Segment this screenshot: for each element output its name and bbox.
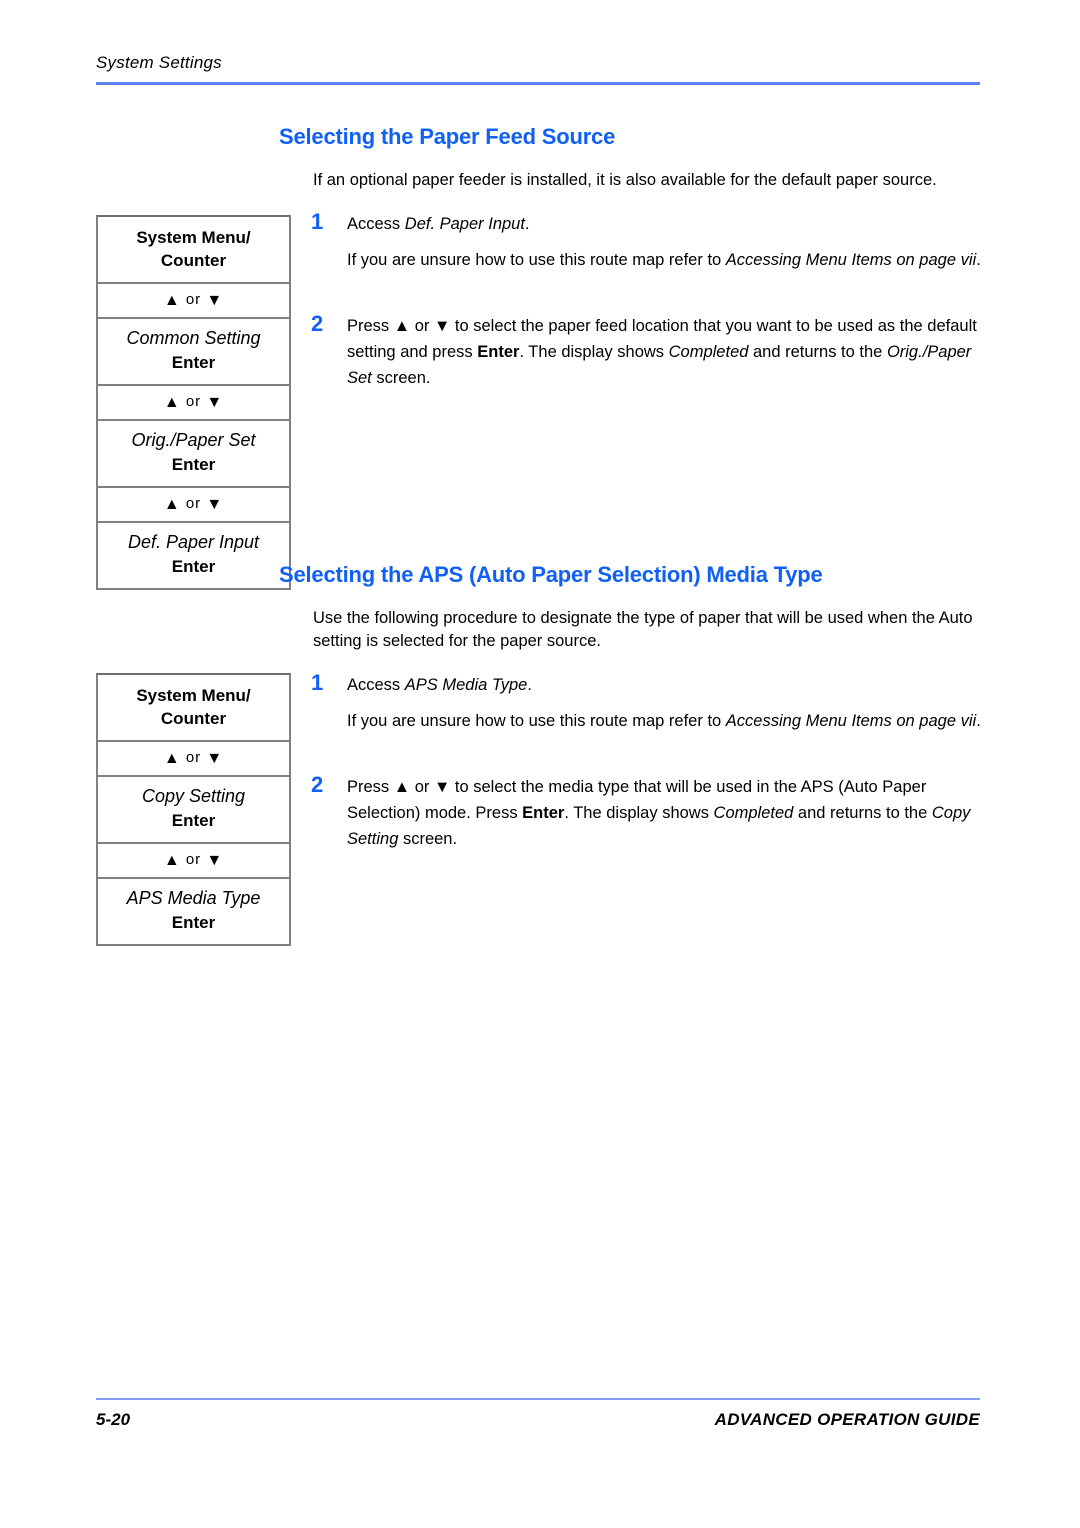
section-heading-paper-feed-source: Selecting the Paper Feed Source	[279, 124, 616, 149]
emphasis-text: Def. Paper Input	[404, 215, 525, 233]
emphasis-text: Accessing Menu Items on page vii	[725, 251, 977, 269]
down-triangle-icon: ▼	[433, 317, 451, 335]
running-head-text: System Settings	[96, 53, 222, 72]
document-page: System Settings Selecting the Paper Feed…	[0, 0, 1080, 1528]
route-map-menu-label: APS Media Type	[126, 888, 261, 908]
text-run: .	[976, 712, 981, 730]
emphasis-text: Completed	[713, 804, 794, 822]
down-triangle-icon: ▼	[206, 750, 224, 767]
route-map-menu-label: Copy Setting	[141, 786, 246, 806]
text-run: Access	[347, 676, 405, 694]
emphasis-text: APS Media Type	[404, 676, 528, 694]
up-triangle-icon: ▲	[163, 292, 181, 309]
conjunction-label: or	[180, 495, 207, 512]
text-run: or	[410, 317, 434, 335]
route-map-arrow-cell: ▲ or ▼	[98, 488, 289, 523]
page-footer: 5-20 ADVANCED OPERATION GUIDE	[96, 1398, 980, 1430]
route-map-key-cell: System Menu/ Counter	[98, 675, 289, 742]
conjunction-label: or	[180, 851, 207, 868]
route-map-arrow-cell: ▲ or ▼	[98, 284, 289, 319]
route-map-aps-media-type: System Menu/ Counter ▲ or ▼ Copy Setting En…	[96, 673, 291, 946]
emphasis-text: Completed	[668, 343, 749, 361]
step-body: Press ▲ or ▼ to select the media type th…	[347, 774, 987, 852]
text-run: screen.	[371, 369, 431, 387]
route-map-menu-cell: Common Setting Enter	[98, 319, 289, 386]
step-2-section-2: 2 Press ▲ or ▼ to select the media type …	[311, 774, 987, 852]
text-run: .	[976, 251, 981, 269]
down-triangle-icon: ▼	[206, 292, 224, 309]
text-run: If you are unsure how to use this route …	[347, 712, 726, 730]
step-number: 2	[311, 311, 324, 336]
route-map-menu-cell: APS Media Type Enter	[98, 879, 289, 944]
running-header: System Settings	[96, 52, 980, 85]
step-body: Press ▲ or ▼ to select the paper feed lo…	[347, 313, 987, 391]
footer-guide-title: ADVANCED OPERATION GUIDE	[714, 1410, 980, 1429]
section-intro-aps-media-type: Use the following procedure to designate…	[313, 609, 973, 650]
text-run: .	[524, 215, 530, 233]
step-number: 1	[311, 209, 324, 234]
route-map-arrow-cell: ▲ or ▼	[98, 742, 289, 777]
conjunction-label: or	[180, 291, 207, 308]
down-triangle-icon: ▼	[206, 852, 224, 869]
text-run: If you are unsure how to use this route …	[347, 251, 726, 269]
down-triangle-icon: ▼	[433, 778, 451, 796]
route-map-menu-cell: Def. Paper Input Enter	[98, 523, 289, 588]
conjunction-label: or	[180, 749, 207, 766]
footer-page-number: 5-20	[96, 1410, 131, 1429]
section-heading-aps-media-type: Selecting the APS (Auto Paper Selection)…	[279, 562, 823, 587]
route-map-menu-cell: Copy Setting Enter	[98, 777, 289, 844]
step-1-section-1: 1 Access Def. Paper Input. If you are uns…	[311, 211, 987, 273]
paragraph: Press ▲ or ▼ to select the paper feed lo…	[347, 313, 987, 391]
down-triangle-icon: ▼	[206, 496, 224, 513]
conjunction-label: or	[180, 393, 207, 410]
route-map-menu-cell: Orig./Paper Set Enter	[98, 421, 289, 488]
up-triangle-icon: ▲	[163, 394, 181, 411]
key-name: Enter	[477, 343, 520, 361]
paragraph: If you are unsure how to use this route …	[347, 708, 987, 734]
text-run: and returns to the	[748, 343, 887, 361]
text-run: .	[527, 676, 532, 694]
up-triangle-icon: ▲	[163, 750, 181, 767]
section-intro-paper-feed-source: If an optional paper feeder is installed…	[313, 171, 937, 189]
step-number: 1	[311, 670, 324, 695]
paragraph: Access APS Media Type.	[347, 672, 987, 698]
key-name: Enter	[522, 804, 565, 822]
route-map-menu-label: Orig./Paper Set	[131, 430, 256, 450]
route-map-enter-key: Enter	[171, 353, 216, 372]
step-1-section-2: 1 Access APS Media Type. If you are unsur…	[311, 672, 987, 734]
route-map-key-cell: System Menu/ Counter	[98, 217, 289, 284]
route-map-arrow-cell: ▲ or ▼	[98, 386, 289, 421]
route-map-enter-key: Enter	[171, 913, 216, 932]
route-map-enter-key: Enter	[171, 455, 216, 474]
footer-rule	[96, 1398, 980, 1400]
paragraph: If you are unsure how to use this route …	[347, 247, 987, 273]
up-triangle-icon: ▲	[393, 778, 411, 796]
step-body: Access APS Media Type. If you are unsure …	[347, 672, 987, 734]
text-run: Access	[347, 215, 405, 233]
emphasis-text: Accessing Menu Items on page vii	[725, 712, 977, 730]
route-map-enter-key: Enter	[171, 811, 216, 830]
route-map-paper-feed-source: System Menu/ Counter ▲ or ▼ Common Setting…	[96, 215, 291, 590]
text-run: Press	[347, 778, 394, 796]
route-map-menu-label: Def. Paper Input	[127, 532, 260, 552]
step-2-section-1: 2 Press ▲ or ▼ to select the paper feed …	[311, 313, 987, 391]
up-triangle-icon: ▲	[163, 496, 181, 513]
text-run: . The display shows	[564, 804, 714, 822]
text-run: . The display shows	[519, 343, 669, 361]
route-map-menu-label: Common Setting	[126, 328, 261, 348]
text-run: Press	[347, 317, 394, 335]
down-triangle-icon: ▼	[206, 394, 224, 411]
text-run: screen.	[398, 830, 458, 848]
route-map-arrow-cell: ▲ or ▼	[98, 844, 289, 879]
text-run: and returns to the	[793, 804, 932, 822]
step-body: Access Def. Paper Input. If you are unsur…	[347, 211, 987, 273]
paragraph: Access Def. Paper Input.	[347, 211, 987, 237]
text-run: or	[410, 778, 434, 796]
header-rule	[96, 82, 980, 85]
up-triangle-icon: ▲	[393, 317, 411, 335]
paragraph: Press ▲ or ▼ to select the media type th…	[347, 774, 987, 852]
route-map-enter-key: Enter	[171, 557, 216, 576]
step-number: 2	[311, 772, 324, 797]
up-triangle-icon: ▲	[163, 852, 181, 869]
